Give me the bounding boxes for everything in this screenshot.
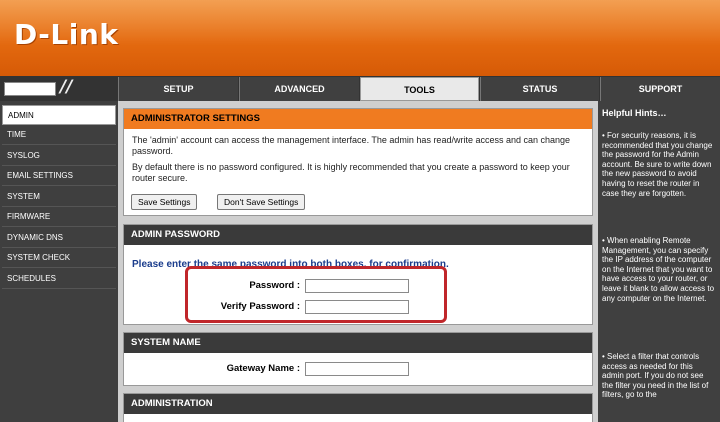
administration-section: ADMINISTRATION	[123, 393, 593, 422]
slash-icon: //	[60, 77, 73, 97]
password-fields-highlight	[185, 266, 447, 323]
sidebar-item-dynamic-dns[interactable]: DYNAMIC DNS	[2, 228, 116, 248]
sidebar-item-system[interactable]: SYSTEM	[2, 187, 116, 207]
sidebar-item-schedules[interactable]: SCHEDULES	[2, 269, 116, 289]
gateway-name-label: Gateway Name :	[226, 363, 300, 374]
administration-title: ADMINISTRATION	[124, 394, 592, 414]
tab-advanced[interactable]: ADVANCED	[239, 77, 359, 101]
tab-support[interactable]: SUPPORT	[600, 77, 720, 101]
sidebar-item-email-settings[interactable]: EMAIL SETTINGS	[2, 166, 116, 186]
save-settings-button[interactable]: Save Settings	[131, 194, 198, 210]
sidebar: ADMIN TIME SYSLOG EMAIL SETTINGS SYSTEM …	[0, 101, 118, 422]
default-password-note: By default there is no password configur…	[132, 162, 570, 183]
sidebar-item-time[interactable]: TIME	[2, 125, 116, 145]
system-name-title: SYSTEM NAME	[124, 333, 592, 353]
gateway-name-input[interactable]	[305, 362, 409, 376]
dlink-logo: D-Link	[14, 18, 119, 51]
model-badge	[4, 82, 56, 96]
tab-setup[interactable]: SETUP	[118, 77, 238, 101]
sidebar-item-system-check[interactable]: SYSTEM CHECK	[2, 248, 116, 268]
hint-item: • For security reasons, it is recommende…	[602, 131, 713, 198]
helpful-hints-title: Helpful Hints…	[602, 108, 667, 118]
admin-password-title: ADMIN PASSWORD	[124, 225, 592, 245]
header-banner: D-Link	[0, 0, 720, 76]
hint-item: • Select a filter that controls access a…	[602, 352, 709, 400]
sidebar-item-admin[interactable]: ADMIN	[2, 105, 116, 125]
administrator-settings-title: ADMINISTRATOR SETTINGS	[124, 109, 592, 129]
administrator-settings-section: ADMINISTRATOR SETTINGS The 'admin' accou…	[123, 108, 593, 216]
main-content: ADMINISTRATOR SETTINGS The 'admin' accou…	[118, 101, 598, 422]
hint-item: • When enabling Remote Management, you c…	[602, 236, 715, 303]
system-name-section: SYSTEM NAME Gateway Name :	[123, 332, 593, 386]
sidebar-item-syslog[interactable]: SYSLOG	[2, 146, 116, 166]
dont-save-settings-button[interactable]: Don't Save Settings	[217, 194, 306, 210]
tab-status[interactable]: STATUS	[480, 77, 599, 101]
admin-account-description: The 'admin' account can access the manag…	[132, 135, 571, 156]
helpful-hints-panel: Helpful Hints… • For security reasons, i…	[598, 101, 720, 422]
tab-tools[interactable]: TOOLS	[360, 77, 479, 101]
sidebar-item-firmware[interactable]: FIRMWARE	[2, 207, 116, 227]
